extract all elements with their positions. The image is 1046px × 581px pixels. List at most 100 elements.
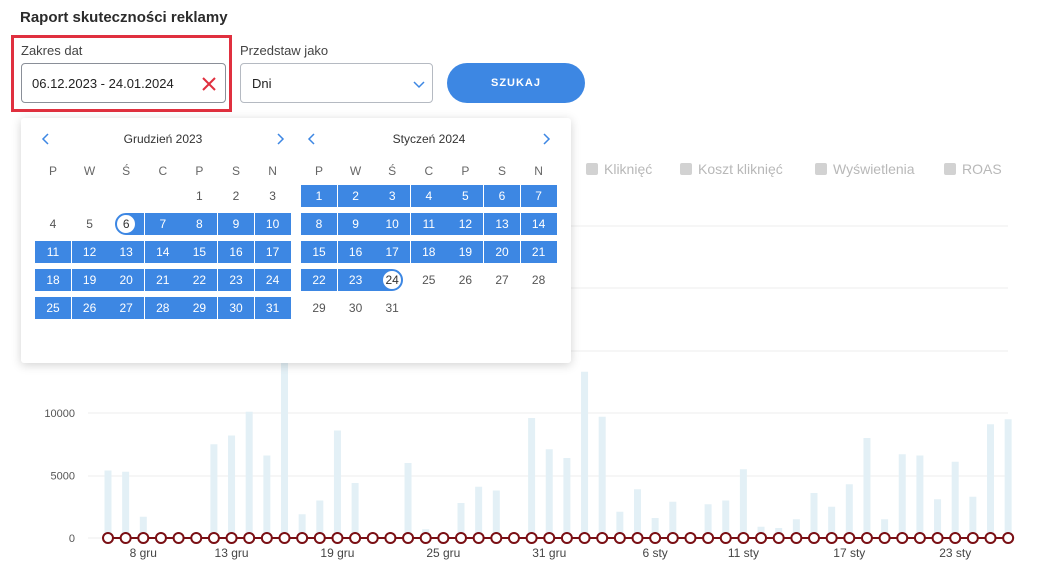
- data-point[interactable]: [455, 532, 467, 544]
- calendar-day[interactable]: 11: [35, 241, 71, 263]
- data-point[interactable]: [737, 532, 750, 544]
- data-point[interactable]: [507, 532, 520, 544]
- calendar-day[interactable]: 5: [447, 185, 484, 207]
- calendar-day[interactable]: 31: [254, 297, 291, 319]
- data-point[interactable]: [808, 532, 820, 544]
- calendar-day[interactable]: 25: [35, 297, 71, 319]
- calendar-day[interactable]: 6: [108, 213, 145, 235]
- calendar-day[interactable]: 7: [144, 213, 181, 235]
- calendar-day[interactable]: 2: [218, 185, 254, 207]
- data-point[interactable]: [860, 532, 873, 544]
- data-point[interactable]: [243, 532, 256, 544]
- calendar-day[interactable]: 10: [254, 213, 291, 235]
- calendar-day[interactable]: 8: [181, 213, 218, 235]
- calendar-day[interactable]: 11: [410, 213, 447, 235]
- calendar-day[interactable]: 20: [108, 269, 145, 291]
- data-point[interactable]: [102, 532, 114, 544]
- data-point[interactable]: [666, 532, 679, 544]
- data-point[interactable]: [349, 532, 362, 544]
- calendar-day[interactable]: 8: [301, 213, 337, 235]
- data-point[interactable]: [154, 532, 167, 544]
- calendar-day[interactable]: 30: [338, 297, 374, 319]
- calendar-day[interactable]: 1: [301, 185, 337, 207]
- calendar-day[interactable]: 26: [71, 297, 108, 319]
- data-point[interactable]: [296, 532, 309, 544]
- calendar-day[interactable]: 2: [337, 185, 374, 207]
- calendar-day[interactable]: 3: [255, 185, 291, 207]
- calendar-day[interactable]: 30: [218, 297, 254, 319]
- calendar-day[interactable]: 29: [181, 297, 218, 319]
- data-point[interactable]: [419, 532, 432, 544]
- calendar-day[interactable]: 21: [144, 269, 181, 291]
- calendar-day[interactable]: 15: [181, 241, 218, 263]
- data-point[interactable]: [684, 532, 697, 544]
- calendar-day[interactable]: 14: [520, 213, 557, 235]
- calendar-day[interactable]: 24: [374, 269, 411, 291]
- calendar-day[interactable]: 10: [374, 213, 411, 235]
- calendar-day[interactable]: 27: [484, 269, 520, 291]
- calendar-day[interactable]: 23: [218, 269, 254, 291]
- data-point[interactable]: [966, 532, 979, 544]
- data-point[interactable]: [913, 532, 926, 544]
- data-point[interactable]: [613, 532, 626, 544]
- prev-month-icon[interactable]: [37, 130, 55, 148]
- calendar-day[interactable]: 24: [254, 269, 291, 291]
- calendar-day[interactable]: 31: [374, 297, 410, 319]
- data-point[interactable]: [755, 532, 768, 544]
- calendar-day[interactable]: 16: [218, 241, 254, 263]
- data-point[interactable]: [137, 532, 150, 544]
- calendar-day[interactable]: 17: [254, 241, 291, 263]
- data-point[interactable]: [384, 532, 397, 544]
- calendar-day[interactable]: 12: [71, 241, 108, 263]
- calendar-day[interactable]: 1: [181, 185, 217, 207]
- data-point[interactable]: [825, 532, 838, 544]
- data-point[interactable]: [366, 532, 379, 544]
- data-point[interactable]: [437, 532, 450, 544]
- data-point[interactable]: [172, 532, 185, 544]
- calendar-day[interactable]: 15: [301, 241, 337, 263]
- data-point[interactable]: [207, 532, 220, 544]
- calendar-day[interactable]: 21: [520, 241, 557, 263]
- data-point[interactable]: [543, 532, 556, 544]
- calendar-day[interactable]: 4: [410, 185, 447, 207]
- data-point[interactable]: [843, 532, 856, 544]
- calendar-day[interactable]: 20: [484, 241, 520, 263]
- calendar-day[interactable]: 5: [72, 213, 108, 235]
- data-point[interactable]: [984, 532, 997, 544]
- data-point[interactable]: [472, 532, 485, 544]
- calendar-day[interactable]: 4: [35, 213, 71, 235]
- calendar-day[interactable]: 27: [108, 297, 145, 319]
- calendar-day[interactable]: 25: [411, 269, 447, 291]
- calendar-day[interactable]: 22: [181, 269, 218, 291]
- calendar-day[interactable]: 9: [337, 213, 374, 235]
- calendar-day[interactable]: 12: [447, 213, 484, 235]
- data-point[interactable]: [949, 532, 962, 544]
- calendar-day[interactable]: 29: [301, 297, 337, 319]
- calendar-day[interactable]: 13: [484, 213, 520, 235]
- calendar-day[interactable]: 14: [144, 241, 181, 263]
- next-month-icon[interactable]: [271, 130, 289, 148]
- data-point[interactable]: [190, 532, 203, 544]
- calendar-day[interactable]: 18: [35, 269, 71, 291]
- data-point[interactable]: [578, 532, 591, 544]
- calendar-day[interactable]: 23: [337, 269, 374, 291]
- data-point[interactable]: [649, 532, 662, 544]
- data-point[interactable]: [278, 532, 291, 544]
- calendar-day[interactable]: 26: [447, 269, 483, 291]
- data-point[interactable]: [790, 532, 803, 544]
- data-point[interactable]: [596, 532, 609, 544]
- data-point[interactable]: [1002, 532, 1015, 544]
- data-point[interactable]: [631, 532, 644, 544]
- calendar-day[interactable]: 18: [410, 241, 447, 263]
- data-point[interactable]: [896, 532, 909, 544]
- data-point[interactable]: [490, 532, 503, 544]
- data-point[interactable]: [878, 532, 891, 544]
- data-point[interactable]: [525, 532, 538, 544]
- data-point[interactable]: [560, 532, 573, 544]
- calendar-day[interactable]: 6: [484, 185, 520, 207]
- calendar-day[interactable]: 19: [71, 269, 108, 291]
- calendar-day[interactable]: 19: [447, 241, 484, 263]
- data-point[interactable]: [313, 532, 326, 544]
- calendar-day[interactable]: 16: [337, 241, 374, 263]
- prev-month-icon[interactable]: [303, 130, 321, 148]
